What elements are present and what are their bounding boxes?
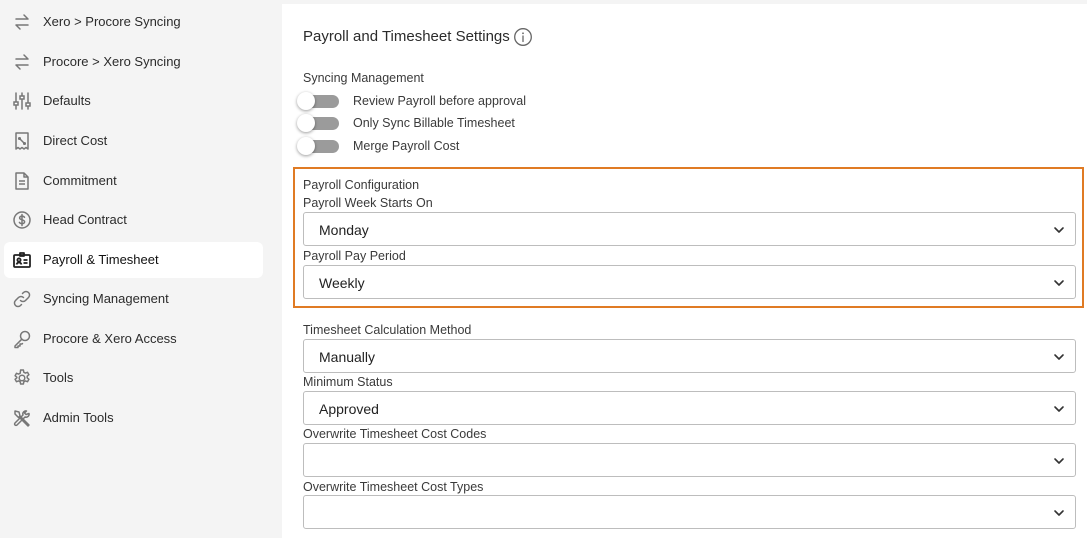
sidebar-item-label: Procore > Xero Syncing	[43, 54, 181, 69]
sidebar-item-label: Syncing Management	[43, 291, 169, 306]
sidebar-item-label: Tools	[43, 370, 74, 385]
arrows-swap-icon	[12, 12, 32, 32]
toggle-knob	[297, 114, 315, 132]
chevron-down-icon	[1054, 458, 1064, 464]
toggle-label: Only Sync Billable Timesheet	[353, 116, 515, 130]
chevron-down-icon	[1054, 354, 1064, 360]
receipt-icon	[12, 131, 32, 151]
overwrite-cost-codes-label: Overwrite Timesheet Cost Codes	[303, 427, 487, 441]
overwrite-cost-types-select[interactable]	[303, 495, 1076, 529]
toggle-merge-payroll-cost[interactable]: Merge Payroll Cost	[297, 136, 459, 156]
arrows-swap-icon	[12, 52, 32, 72]
syncing-management-label: Syncing Management	[303, 71, 424, 85]
sidebar-item-procore-xero-access[interactable]: Procore & Xero Access	[4, 321, 263, 357]
timesheet-calc-select[interactable]: Manually	[303, 339, 1076, 373]
select-value: Approved	[319, 401, 379, 417]
link-icon	[12, 289, 32, 309]
chevron-down-icon	[1054, 227, 1064, 233]
toggle-label: Merge Payroll Cost	[353, 139, 460, 153]
overwrite-cost-types-label: Overwrite Timesheet Cost Types	[303, 480, 484, 494]
sidebar-item-head-contract[interactable]: Head Contract	[4, 202, 263, 238]
chevron-down-icon	[1054, 510, 1064, 516]
toggle-switch[interactable]	[297, 114, 341, 132]
toggle-only-sync-billable[interactable]: Only Sync Billable Timesheet	[297, 113, 515, 133]
sidebar-item-tools[interactable]: Tools	[4, 360, 263, 396]
toggle-knob	[297, 92, 315, 110]
settings-panel: Payroll and Timesheet Settings Syncing M…	[282, 4, 1087, 538]
toggle-label: Review Payroll before approval	[353, 94, 527, 108]
gear-icon	[12, 368, 32, 388]
id-card-icon	[12, 250, 32, 270]
sidebar-item-label: Commitment	[43, 173, 117, 188]
sidebar-item-payroll-timesheet[interactable]: Payroll & Timesheet	[4, 242, 263, 278]
payroll-week-starts-label: Payroll Week Starts On	[303, 196, 433, 210]
select-value: Weekly	[319, 275, 365, 291]
payroll-pay-period-select[interactable]: Weekly	[303, 265, 1076, 299]
minimum-status-select[interactable]: Approved	[303, 391, 1076, 425]
sidebar-item-xero-procore-syncing[interactable]: Xero > Procore Syncing	[4, 4, 263, 40]
info-icon[interactable]	[513, 27, 533, 47]
select-value: Manually	[319, 349, 376, 365]
toggle-switch[interactable]	[297, 137, 341, 155]
sidebar-item-label: Admin Tools	[43, 410, 114, 425]
tools-icon	[12, 408, 32, 428]
sidebar-item-defaults[interactable]: Defaults	[4, 83, 263, 119]
sidebar: Xero > Procore Syncing Procore > Xero Sy…	[0, 0, 281, 538]
key-icon	[12, 329, 32, 349]
minimum-status-label: Minimum Status	[303, 375, 393, 389]
timesheet-calc-label: Timesheet Calculation Method	[303, 323, 472, 337]
select-value: Monday	[319, 222, 369, 238]
toggle-switch[interactable]	[297, 92, 341, 110]
sidebar-item-label: Defaults	[43, 93, 91, 108]
sidebar-item-label: Payroll & Timesheet	[43, 252, 159, 267]
dollar-circle-icon	[12, 210, 32, 230]
sidebar-item-procore-xero-syncing[interactable]: Procore > Xero Syncing	[4, 44, 263, 80]
sidebar-item-admin-tools[interactable]: Admin Tools	[4, 400, 263, 436]
sidebar-item-label: Xero > Procore Syncing	[43, 14, 181, 29]
overwrite-cost-codes-select[interactable]	[303, 443, 1076, 477]
toggle-knob	[297, 137, 315, 155]
toggle-review-payroll[interactable]: Review Payroll before approval	[297, 91, 526, 111]
sliders-icon	[12, 91, 32, 111]
payroll-configuration-label: Payroll Configuration	[303, 178, 420, 192]
sidebar-item-label: Procore & Xero Access	[43, 331, 177, 346]
sidebar-item-syncing-management[interactable]: Syncing Management	[4, 281, 263, 317]
chevron-down-icon	[1054, 280, 1064, 286]
payroll-week-starts-select[interactable]: Monday	[303, 212, 1076, 246]
sidebar-item-direct-cost[interactable]: Direct Cost	[4, 123, 263, 159]
sidebar-item-commitment[interactable]: Commitment	[4, 163, 263, 199]
sidebar-item-label: Direct Cost	[43, 133, 108, 148]
document-icon	[12, 171, 32, 191]
page-title: Payroll and Timesheet Settings	[303, 28, 510, 45]
sidebar-item-label: Head Contract	[43, 212, 127, 227]
chevron-down-icon	[1054, 406, 1064, 412]
payroll-pay-period-label: Payroll Pay Period	[303, 249, 406, 263]
